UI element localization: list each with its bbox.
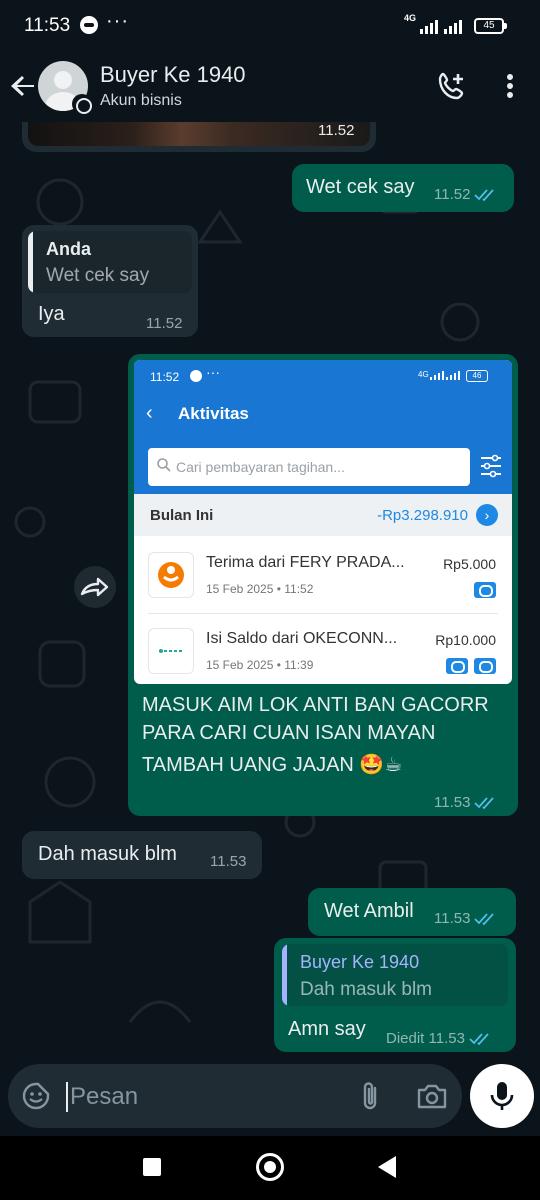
message-text: Wet Ambil	[324, 900, 414, 922]
text-cursor	[66, 1082, 68, 1112]
message-input-bar[interactable]: Pesan	[8, 1064, 462, 1128]
more-vert-icon[interactable]	[496, 70, 524, 102]
more-notifications-icon: ···	[106, 10, 129, 32]
contact-name[interactable]: Buyer Ke 1940	[100, 62, 246, 88]
screenshot-notification-icon	[190, 370, 202, 382]
signal-icon	[420, 18, 438, 34]
message-time: 11.52	[318, 122, 355, 139]
quoted-message[interactable]: Anda Wet cek say	[28, 231, 192, 293]
payment-method-icon	[474, 658, 496, 674]
message-meta: 11.52	[434, 186, 498, 203]
transaction-date: 15 Feb 2025 • 11:52	[206, 582, 314, 596]
sticker-icon[interactable]	[22, 1082, 50, 1110]
transaction-row: Terima dari FERY PRADA... 15 Feb 2025 • …	[148, 538, 498, 612]
message-time: 11.53	[434, 794, 471, 811]
message-meta: 11.53	[434, 910, 498, 927]
chat-area[interactable]: 11.52 Wet cek say 11.52 Anda Wet cek say…	[0, 122, 540, 1067]
screenshot-signal-icon-2	[446, 371, 460, 380]
chevron-right-icon: ›	[476, 504, 498, 526]
status-time: 11:53	[24, 15, 71, 36]
system-nav-bar	[0, 1136, 540, 1200]
transaction-date: 15 Feb 2025 • 11:39	[206, 658, 314, 672]
transaction-amount: Rp10.000	[435, 632, 496, 648]
caption-line: MASUK AIM LOK ANTI BAN GACORR	[142, 694, 489, 716]
transaction-logo-icon	[148, 628, 194, 674]
recents-button[interactable]	[143, 1158, 161, 1176]
transaction-title: Isi Saldo dari OKECONN...	[206, 630, 398, 647]
screenshot-time: 11:52	[150, 370, 180, 384]
message-meta: Diedit 11.53	[386, 1030, 493, 1047]
message-text: Iya	[38, 303, 65, 325]
quoted-name: Buyer Ke 1940	[300, 952, 420, 972]
transaction-row: Isi Saldo dari OKECONN... 15 Feb 2025 • …	[148, 614, 498, 684]
caption-line: TAMBAH UANG JAJAN 🤩☕	[142, 754, 403, 776]
message-bubble-incoming[interactable]: Anda Wet cek say Iya 11.52	[22, 225, 198, 337]
message-bubble-outgoing[interactable]: Wet cek say 11.52	[292, 164, 514, 212]
screenshot-more: ···	[206, 364, 220, 380]
screenshot-month-row: Bulan Ini -Rp3.298.910 ›	[134, 494, 512, 536]
home-button[interactable]	[256, 1153, 284, 1181]
message-time: 11.52	[434, 186, 471, 203]
screenshot-signal-icon	[430, 371, 444, 380]
attach-icon[interactable]	[356, 1080, 386, 1112]
status-bar: 11:53 ··· 4G 45	[0, 0, 540, 52]
quoted-message[interactable]: Buyer Ke 1940 Dah masuk blm	[282, 944, 508, 1006]
message-meta: 11.53	[434, 794, 498, 811]
forward-icon	[80, 577, 109, 597]
quoted-text: Dah masuk blm	[300, 979, 432, 1000]
message-bubble-outgoing[interactable]: Buyer Ke 1940 Dah masuk blm Amn say Died…	[274, 938, 516, 1052]
quoted-text: Wet cek say	[46, 265, 150, 286]
edited-label: Diedit	[386, 1030, 425, 1047]
payment-method-icon	[446, 658, 468, 674]
screenshot-title: Aktivitas	[178, 404, 249, 423]
message-time: 11.53	[434, 910, 471, 927]
month-label: Bulan Ini	[150, 507, 214, 524]
message-notification-icon	[80, 16, 98, 34]
transaction-amount: Rp5.000	[443, 556, 496, 572]
camera-icon[interactable]	[416, 1082, 448, 1110]
screenshot-battery-icon: 46	[466, 370, 488, 382]
image-message-partial[interactable]: 11.52	[22, 122, 376, 152]
mic-icon	[490, 1082, 514, 1110]
contact-subtitle[interactable]: Akun bisnis	[100, 92, 182, 110]
battery-icon: 45	[474, 18, 507, 34]
forward-button[interactable]	[74, 566, 116, 608]
quoted-name: Anda	[46, 239, 91, 259]
message-text: Amn say	[288, 1018, 366, 1040]
month-total: -Rp3.298.910	[377, 507, 468, 524]
screenshot-network: 4G	[418, 370, 429, 379]
filter-icon	[481, 454, 501, 478]
signal-icon-2	[444, 18, 462, 34]
screenshot-search-placeholder: Cari pembayaran tagihan...	[176, 459, 345, 475]
message-bubble-outgoing[interactable]: Wet Ambil 11.53	[308, 888, 516, 936]
read-ticks-icon	[469, 1033, 489, 1046]
system-back-button[interactable]	[378, 1156, 396, 1178]
business-badge-icon	[72, 94, 92, 114]
caption-line: PARA CARI CUAN ISAN MAYAN	[142, 722, 436, 744]
message-bubble-incoming[interactable]: Dah masuk blm 11.53	[22, 831, 262, 879]
back-arrow-icon[interactable]	[8, 70, 40, 102]
message-text: Wet cek say	[306, 176, 415, 198]
image-attachment[interactable]: 11:52 ··· 4G 46 ‹ Aktivitas Cari pembaya…	[134, 360, 512, 684]
voice-record-button[interactable]	[470, 1064, 534, 1128]
screenshot-search-box: Cari pembayaran tagihan...	[148, 448, 470, 486]
add-call-icon[interactable]	[436, 70, 468, 102]
read-ticks-icon	[474, 189, 495, 202]
chat-header: Buyer Ke 1940 Akun bisnis	[0, 52, 540, 122]
payment-method-icon	[474, 582, 496, 598]
message-time: 11.53	[428, 1030, 465, 1047]
transaction-title: Terima dari FERY PRADA...	[206, 554, 405, 571]
read-ticks-icon	[474, 797, 495, 810]
screenshot-back-icon: ‹	[146, 402, 153, 424]
message-time: 11.53	[210, 853, 247, 870]
network-type: 4G	[404, 13, 417, 23]
message-time: 11.52	[146, 315, 183, 332]
message-input[interactable]: Pesan	[70, 1083, 138, 1111]
read-ticks-icon	[474, 913, 495, 926]
message-text: Dah masuk blm	[38, 843, 177, 865]
transaction-logo-icon	[148, 552, 194, 598]
search-icon	[157, 458, 171, 472]
